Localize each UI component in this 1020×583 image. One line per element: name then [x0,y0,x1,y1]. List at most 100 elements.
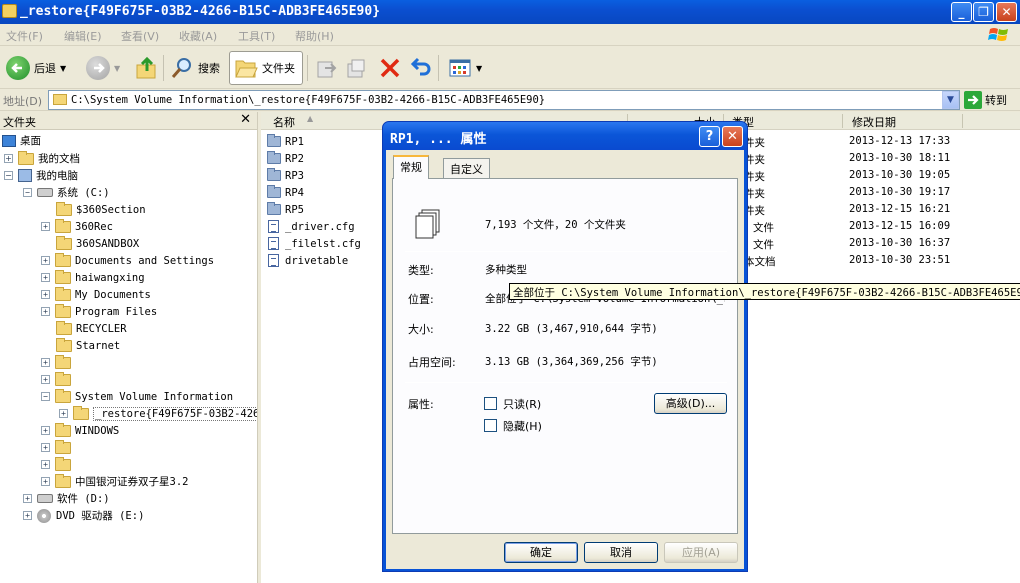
delete-button[interactable] [374,51,406,85]
maximize-button[interactable]: ❐ [973,2,994,22]
expand-icon[interactable]: + [41,256,50,265]
collapse-icon[interactable]: − [23,188,32,197]
menu-edit[interactable]: 编辑(E) [64,28,102,44]
expand-icon[interactable]: + [41,375,50,384]
tree-item-drive-c[interactable]: − 系统 (C:) [23,184,110,201]
address-dropdown-button[interactable]: ▼ [942,91,959,109]
expand-icon[interactable]: + [23,511,32,520]
tree-item-haiwangxing[interactable]: + haiwangxing [41,269,145,286]
views-dropdown-icon[interactable]: ▼ [476,64,482,73]
move-to-button[interactable] [311,51,343,85]
list-item[interactable]: RP1 [267,133,304,150]
menu-favorites[interactable]: 收藏(A) [179,28,217,44]
cancel-button[interactable]: 取消 [584,542,658,563]
expand-icon[interactable]: + [41,307,50,316]
list-item[interactable]: RP4 [267,184,304,201]
file-name: RP5 [285,203,304,216]
list-item[interactable]: RP3 [267,167,304,184]
collapse-icon[interactable]: − [4,171,13,180]
tree-item-drive-d[interactable]: + 软件 (D:) [23,490,110,507]
tree-item-starnet[interactable]: Starnet [56,337,120,354]
hard-drive-icon [37,188,53,197]
minimize-button[interactable]: _ [951,2,972,22]
back-button[interactable]: 后退 ▼ [2,51,70,85]
go-button[interactable]: 转到 [964,91,1007,109]
menu-help[interactable]: 帮助(H) [295,28,334,44]
dialog-close-button[interactable]: ✕ [722,126,743,147]
copy-to-button[interactable] [341,51,373,85]
list-item[interactable]: drivetable [268,252,348,269]
tree-item-galaxy-securities[interactable]: + 中国银河证券双子星3.2 [41,473,188,490]
forward-button[interactable]: ▼ [82,51,124,85]
list-item[interactable]: RP2 [267,150,304,167]
tree-item-system-volume-information[interactable]: − System Volume Information [41,388,233,405]
forward-dropdown-icon[interactable]: ▼ [114,64,120,73]
hidden-checkbox[interactable] [484,419,497,432]
tree-item-360rec[interactable]: + 360Rec [41,218,113,235]
back-dropdown-icon[interactable]: ▼ [60,64,66,73]
size-label: 大小: [408,323,434,336]
menu-file[interactable]: 文件(F) [6,28,43,44]
expand-icon[interactable]: + [23,494,32,503]
dialog-titlebar[interactable]: RP1, ... 属性 ? ✕ [383,122,747,150]
address-input[interactable]: C:\System Volume Information\_restore{F4… [48,90,960,110]
file-name: _filelst.cfg [285,237,361,250]
expand-icon[interactable]: + [41,290,50,299]
close-button[interactable]: ✕ [996,2,1017,22]
folders-button[interactable]: 文件夹 [229,51,303,85]
expand-icon[interactable]: + [41,477,50,486]
folder-icon [56,235,72,250]
close-icon[interactable]: ✕ [240,112,251,127]
expand-icon[interactable]: + [41,273,50,282]
help-button[interactable]: ? [699,126,720,147]
column-modified[interactable]: 修改日期 [852,114,896,130]
file-modified: 2013-12-13 17:33 [849,135,951,147]
views-button[interactable]: ▼ [444,51,486,85]
list-item[interactable]: _filelst.cfg [268,235,361,252]
column-name[interactable]: 名称 [273,114,295,130]
up-folder-button[interactable] [130,51,164,85]
expand-icon[interactable]: + [41,426,50,435]
tree-item-desktop[interactable]: 桌面 [2,132,41,149]
tab-general[interactable]: 常规 [393,155,429,179]
advanced-button[interactable]: 高级(D)... [654,393,727,414]
tree-item-360sandbox[interactable]: 360SANDBOX [56,235,139,252]
computer-icon [18,169,32,182]
tree-item-unnamed[interactable]: + [41,371,75,388]
readonly-label[interactable]: 只读(R) [503,396,541,412]
tree-item-unnamed[interactable]: + [41,439,75,456]
tree-item-my-documents[interactable]: + 我的文档 [4,150,80,167]
tree-item-documents-and-settings[interactable]: + Documents and Settings [41,252,214,269]
list-item[interactable]: RP5 [267,201,304,218]
expand-icon[interactable]: + [41,222,50,231]
window-titlebar[interactable]: _restore{F49F675F-03B2-4266-B15C-ADB3FE4… [0,0,1020,24]
expand-icon[interactable]: + [41,358,50,367]
tree-item-windows[interactable]: + WINDOWS [41,422,119,439]
undo-button[interactable] [405,51,437,85]
tree-item-unnamed[interactable]: + [41,456,75,473]
tree-item-unnamed[interactable]: + [41,354,75,371]
expand-icon[interactable]: + [4,154,13,163]
search-button[interactable]: 搜索 [166,51,224,85]
tree-item-360section[interactable]: $360Section [56,201,146,218]
tree-item-my-documents-c[interactable]: + My Documents [41,286,151,303]
expand-icon[interactable]: + [41,443,50,452]
hidden-label[interactable]: 隐藏(H) [503,418,542,434]
tree-item-restore[interactable]: + _restore{F49F675F-03B2-4266 [59,405,257,422]
menu-view[interactable]: 查看(V) [121,28,159,44]
views-icon [449,59,471,77]
menu-tools[interactable]: 工具(T) [238,28,275,44]
readonly-checkbox[interactable] [484,397,497,410]
collapse-icon[interactable]: − [41,392,50,401]
expand-icon[interactable]: + [59,409,68,418]
ok-button[interactable]: 确定 [504,542,578,563]
apply-button[interactable]: 应用(A) [664,542,738,563]
tab-custom[interactable]: 自定义 [443,158,490,178]
list-item[interactable]: _driver.cfg [268,218,355,235]
tree-item-recycler[interactable]: RECYCLER [56,320,127,337]
tree-item-program-files[interactable]: + Program Files [41,303,157,320]
folder-icon [55,473,71,488]
expand-icon[interactable]: + [41,460,50,469]
tree-item-my-computer[interactable]: − 我的电脑 [4,167,78,184]
tree-item-drive-e[interactable]: + DVD 驱动器 (E:) [23,507,144,524]
